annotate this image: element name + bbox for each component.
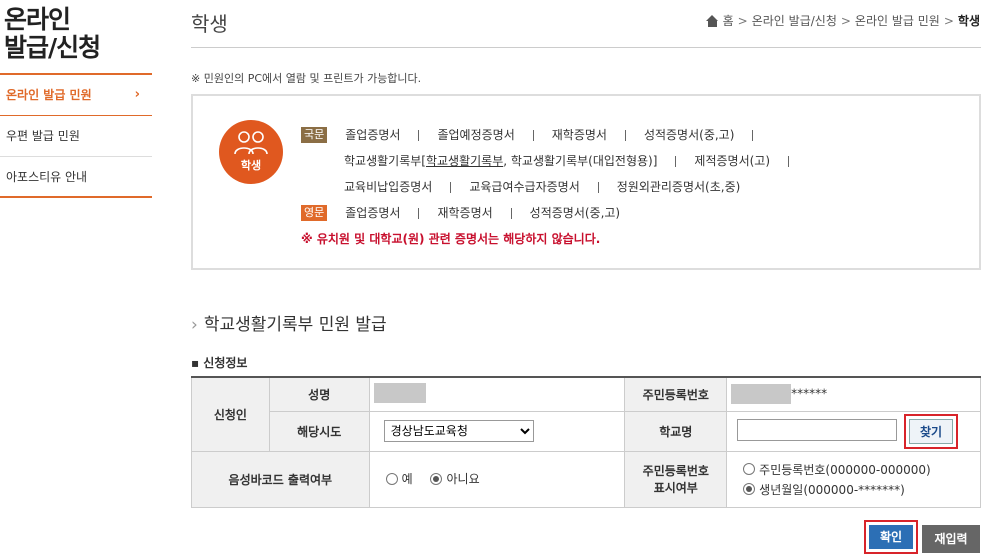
header-divider: [191, 47, 981, 48]
application-form: 신청인 성명 주민등록번호 ****** 해당시도 경상남도교육청 학교명 찾기…: [191, 376, 981, 508]
notice-text: ※ 민원인의 PC에서 열람 및 프린트가 가능합니다.: [191, 72, 422, 85]
rrn-full-radio[interactable]: 주민등록번호(000000-000000): [743, 461, 980, 478]
page-title: 학생: [191, 12, 228, 36]
cert-en-graduation[interactable]: 졸업증명서: [345, 202, 400, 224]
reset-button[interactable]: 재입력: [922, 525, 980, 553]
school-name-input[interactable]: [737, 419, 898, 441]
find-button-highlight: 찾기: [904, 413, 959, 449]
find-button[interactable]: 찾기: [909, 418, 954, 444]
voice-yes-radio[interactable]: 예: [385, 470, 413, 487]
cert-en-grades[interactable]: 성적증명서(중,고): [530, 202, 620, 224]
region-select[interactable]: 경상남도교육청: [383, 420, 534, 442]
voice-barcode-label: 음성바코드 출력여부: [191, 450, 370, 508]
sidebar-title: 온라인 발급/신청: [4, 5, 101, 62]
voice-no-radio[interactable]: 아니요: [430, 470, 480, 487]
breadcrumb: 홈 > 온라인 발급/신청 > 온라인 발급 민원 > 학생: [705, 12, 980, 29]
breadcrumb-online-civil[interactable]: 온라인 발급 민원: [855, 12, 940, 29]
breadcrumb-online[interactable]: 온라인 발급/신청: [752, 12, 837, 29]
name-label: 성명: [268, 376, 370, 412]
cert-education-benefit[interactable]: 교육급여수급자증명서: [469, 176, 579, 198]
breadcrumb-home[interactable]: 홈: [723, 12, 734, 29]
student-icon: 학생: [219, 120, 283, 184]
cert-tuition-payment[interactable]: 교육비납입증명서: [344, 176, 432, 198]
korean-row-3: 교육비납입증명서 교육급여수급자증명서 정원외관리증명서(초,중): [301, 174, 807, 200]
cert-expulsion[interactable]: 제적증명서(고): [694, 150, 770, 172]
certificate-list: 국문 졸업증명서 졸업예정증명서 재학증명서 성적증명서(중,고) 학교생활기록…: [301, 122, 807, 252]
cert-expected-graduation[interactable]: 졸업예정증명서: [437, 124, 514, 146]
rrn-label: 주민등록번호: [624, 376, 728, 412]
cert-school-record[interactable]: 학교생활기록부[학교생활기록부, 학교생활기록부(대입전형용)]: [344, 150, 657, 172]
cert-grades[interactable]: 성적증명서(중,고): [644, 124, 734, 146]
sidebar-menu: 온라인 발급 민원 › 우편 발급 민원 아포스티유 안내: [0, 73, 152, 198]
korean-tag: 국문: [301, 127, 328, 143]
name-value: [368, 376, 626, 412]
certificate-info-box: 학생 국문 졸업증명서 졸업예정증명서 재학증명서 성적증명서(중,고) 학교생…: [191, 94, 981, 270]
sub-title: ▪ 신청정보: [191, 356, 248, 370]
section-title: › 학교생활기록부 민원 발급: [191, 315, 387, 335]
cert-graduation[interactable]: 졸업증명서: [345, 124, 400, 146]
region-label: 해당시도: [268, 410, 370, 452]
sidebar-item-apostille[interactable]: 아포스티유 안내: [0, 157, 152, 198]
rrn-birth-radio[interactable]: 생년월일(000000-*******): [743, 481, 980, 498]
breadcrumb-current: 학생: [957, 14, 980, 28]
english-tag: 영문: [301, 205, 328, 221]
students-faces-icon: [234, 131, 268, 155]
korean-row-2: 학교생활기록부[학교생활기록부, 학교생활기록부(대입전형용)] 제적증명서(고…: [301, 148, 807, 174]
sidebar-item-postal[interactable]: 우편 발급 민원: [0, 116, 152, 157]
cert-en-enrollment[interactable]: 재학증명서: [437, 202, 492, 224]
cert-extra-quota[interactable]: 정원외관리증명서(초,중): [617, 176, 741, 198]
confirm-button[interactable]: 확인: [869, 525, 913, 549]
rrn-display-label: 주민등록번호 표시여부: [624, 450, 728, 508]
chevron-right-icon: ›: [191, 315, 198, 335]
applicant-label: 신청인: [191, 376, 270, 452]
confirm-button-highlight: 확인: [864, 520, 918, 554]
chevron-right-icon: ›: [134, 87, 140, 102]
cert-enrollment[interactable]: 재학증명서: [552, 124, 607, 146]
korean-row-1: 국문 졸업증명서 졸업예정증명서 재학증명서 성적증명서(중,고): [301, 122, 807, 148]
sidebar-item-online[interactable]: 온라인 발급 민원 ›: [0, 75, 152, 116]
warning-text: ※ 유치원 및 대학교(원) 관련 증명서는 해당하지 않습니다.: [301, 232, 601, 246]
home-icon: [705, 14, 719, 27]
rrn-value: ******: [726, 376, 981, 412]
english-row: 영문 졸업증명서 재학증명서 성적증명서(중,고): [301, 200, 807, 226]
school-label: 학교명: [624, 410, 728, 452]
